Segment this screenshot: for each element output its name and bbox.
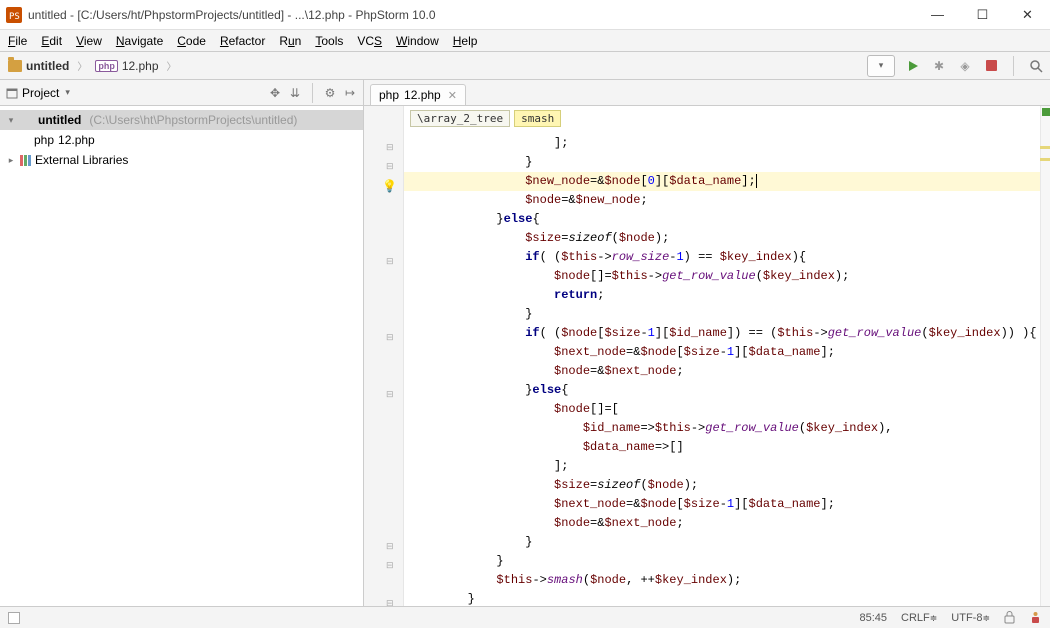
menu-edit[interactable]: Edit: [41, 34, 62, 48]
menu-view[interactable]: View: [76, 34, 102, 48]
menu-window[interactable]: Window: [396, 34, 439, 48]
code-text[interactable]: ]; } $new_node=&$node[0][$data_name]; $n…: [404, 134, 1050, 606]
fold-marker[interactable]: ⊟: [386, 389, 394, 400]
tree-root-path: (C:\Users\ht\PhpstormProjects\untitled): [89, 113, 297, 127]
tab-12-php[interactable]: php 12.php ✕: [370, 84, 466, 105]
breadcrumb-fn1[interactable]: \array_2_tree: [410, 110, 510, 127]
toolbar-run-controls: ▾ ✱ ◈: [867, 55, 1044, 77]
tree-external-libraries[interactable]: ▸ External Libraries: [0, 150, 363, 170]
debug-icon[interactable]: ✱: [931, 58, 947, 74]
run-icon[interactable]: [905, 58, 921, 74]
hector-icon[interactable]: [1029, 611, 1042, 624]
app-icon: PS: [6, 7, 22, 23]
tree-root-label: untitled: [38, 113, 81, 127]
chevron-right-icon: 〉: [167, 58, 177, 73]
project-icon: [6, 87, 18, 99]
php-file-icon: php: [34, 133, 54, 147]
maximize-button[interactable]: ☐: [960, 0, 1005, 29]
menu-file[interactable]: File: [8, 34, 27, 48]
menu-tools[interactable]: Tools: [315, 34, 343, 48]
menu-navigate[interactable]: Navigate: [116, 34, 163, 48]
menu-code[interactable]: Code: [177, 34, 206, 48]
tree-file-label: 12.php: [58, 133, 95, 147]
php-file-icon: php: [379, 88, 399, 102]
caret-position[interactable]: 85:45: [859, 612, 887, 624]
menu-help[interactable]: Help: [453, 34, 478, 48]
scroll-from-source-icon[interactable]: ✥: [268, 86, 282, 100]
intention-bulb-icon[interactable]: 💡: [382, 179, 397, 193]
breadcrumb-root[interactable]: untitled: [26, 59, 69, 73]
menu-vcs[interactable]: VCS: [357, 34, 382, 48]
project-tool-window: Project ▾ ✥ ⇊ ⚙ ↦ ▾ untitled (C:\Users\h…: [0, 80, 364, 606]
folder-icon: [8, 60, 22, 72]
close-tab-icon[interactable]: ✕: [448, 89, 457, 102]
tree-ext-lib-label: External Libraries: [35, 153, 128, 167]
collapse-all-icon[interactable]: ⇊: [288, 86, 302, 100]
run-config-dropdown[interactable]: ▾: [867, 55, 895, 77]
fold-marker[interactable]: ⊟: [386, 161, 394, 172]
chevron-down-icon: ▾: [65, 87, 70, 98]
expand-icon[interactable]: ▾: [6, 115, 16, 126]
editor-body: ⊟ ⊟ 💡 ⊟ ⊟ ⊟ ⊟ ⊟ ⊟ \array_2_tree smash ];: [364, 106, 1050, 606]
menu-bar: File Edit View Navigate Code Refactor Ru…: [0, 30, 1050, 52]
window-title: untitled - [C:/Users/ht/PhpstormProjects…: [28, 8, 915, 22]
readonly-toggle-icon[interactable]: [1004, 611, 1015, 624]
file-encoding[interactable]: UTF-8≑: [951, 612, 990, 624]
main-split: Project ▾ ✥ ⇊ ⚙ ↦ ▾ untitled (C:\Users\h…: [0, 80, 1050, 606]
breadcrumb: untitled 〉 php 12.php 〉: [8, 58, 181, 73]
error-stripe[interactable]: [1040, 106, 1050, 606]
svg-text:PS: PS: [9, 12, 20, 22]
libraries-icon: [20, 155, 31, 166]
window-controls: — ☐ ✕: [915, 0, 1050, 29]
menu-run[interactable]: Run: [279, 34, 301, 48]
chevron-right-icon: 〉: [77, 58, 87, 73]
php-file-icon: php: [95, 60, 118, 72]
search-icon[interactable]: [1028, 58, 1044, 74]
minimize-button[interactable]: —: [915, 0, 960, 29]
coverage-icon[interactable]: ◈: [957, 58, 973, 74]
editor-tabs: php 12.php ✕: [364, 80, 1050, 106]
project-tool-label[interactable]: Project ▾: [6, 86, 70, 100]
fold-marker[interactable]: ⊟: [386, 332, 394, 343]
warning-marker[interactable]: [1040, 158, 1050, 161]
gear-icon[interactable]: ⚙: [323, 86, 337, 100]
tree-file[interactable]: php 12.php: [0, 130, 363, 150]
breadcrumb-file[interactable]: 12.php: [122, 59, 159, 73]
close-button[interactable]: ✕: [1005, 0, 1050, 29]
hide-icon[interactable]: ↦: [343, 86, 357, 100]
fold-marker[interactable]: ⊟: [386, 256, 394, 267]
fold-marker[interactable]: ⊟: [386, 560, 394, 571]
status-bar: 85:45 CRLF≑ UTF-8≑: [0, 606, 1050, 628]
editor-area: php 12.php ✕ ⊟ ⊟ 💡 ⊟ ⊟ ⊟ ⊟ ⊟ ⊟ \array_2_…: [364, 80, 1050, 606]
fold-marker[interactable]: ⊟: [386, 541, 394, 552]
stop-icon[interactable]: [983, 58, 999, 74]
code-area[interactable]: \array_2_tree smash ]; } $new_node=&$nod…: [404, 106, 1050, 606]
status-square-icon[interactable]: [8, 612, 20, 624]
expand-icon[interactable]: ▸: [6, 155, 16, 166]
title-bar: PS untitled - [C:/Users/ht/PhpstormProje…: [0, 0, 1050, 30]
breadcrumb-fn2[interactable]: smash: [514, 110, 561, 127]
warning-marker[interactable]: [1040, 146, 1050, 149]
tree-root[interactable]: ▾ untitled (C:\Users\ht\PhpstormProjects…: [0, 110, 363, 130]
navigation-bar: untitled 〉 php 12.php 〉 ▾ ✱ ◈: [0, 52, 1050, 80]
fold-marker[interactable]: ⊟: [386, 598, 394, 606]
fold-marker[interactable]: ⊟: [386, 142, 394, 153]
menu-refactor[interactable]: Refactor: [220, 34, 265, 48]
project-tree[interactable]: ▾ untitled (C:\Users\ht\PhpstormProjects…: [0, 106, 363, 174]
tab-label: 12.php: [404, 88, 441, 102]
inspection-status-icon[interactable]: [1042, 108, 1050, 116]
folder-icon: [20, 114, 34, 126]
editor-breadcrumb: \array_2_tree smash: [410, 110, 561, 127]
editor-gutter[interactable]: ⊟ ⊟ 💡 ⊟ ⊟ ⊟ ⊟ ⊟ ⊟: [364, 106, 404, 606]
line-separator[interactable]: CRLF≑: [901, 612, 937, 624]
project-tool-header: Project ▾ ✥ ⇊ ⚙ ↦: [0, 80, 363, 106]
